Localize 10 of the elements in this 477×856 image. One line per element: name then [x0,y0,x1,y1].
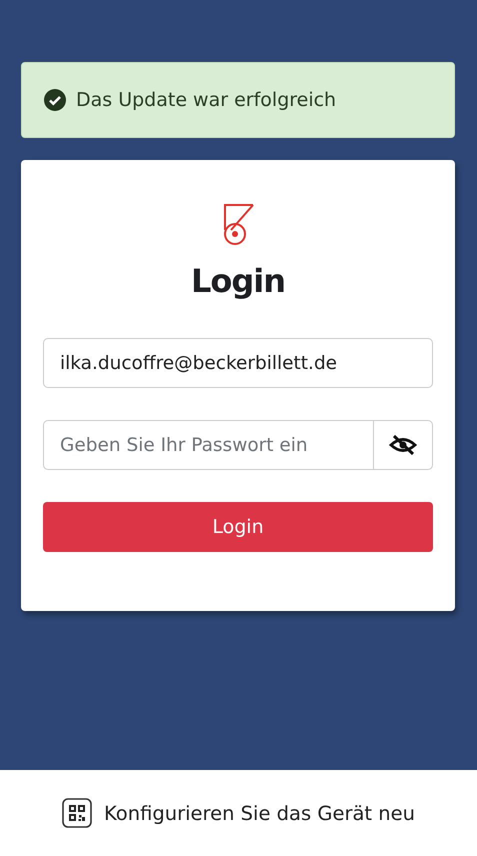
check-circle-icon [44,89,66,111]
alert-message: Das Update war erfolgreich [76,89,336,111]
reconfigure-link[interactable]: Konfigurieren Sie das Gerät neu [104,802,415,824]
qr-code-icon [62,798,92,828]
email-field[interactable]: ilka.ducoffre@beckerbillett.de [43,338,433,388]
login-title: Login [190,262,286,300]
logo-icon [222,204,254,246]
visibility-toggle[interactable] [373,420,433,470]
login-button[interactable]: Login [43,502,433,552]
password-field[interactable]: Geben Sie Ihr Passwort ein [43,420,373,470]
